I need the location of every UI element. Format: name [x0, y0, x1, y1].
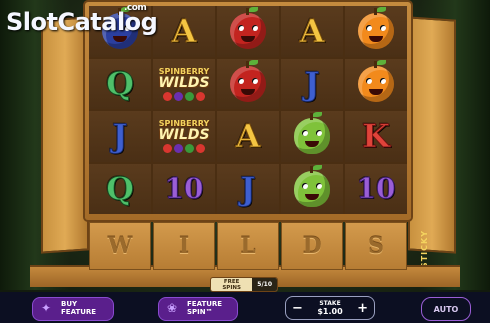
wilds-plank: D: [281, 222, 343, 270]
free-spins-count: 5/10: [252, 278, 277, 291]
card-symbol-A: A: [235, 117, 261, 156]
buy-feature-button[interactable]: ✦ BUY FEATURE: [32, 297, 114, 321]
card-symbol-Q: Q: [106, 169, 135, 208]
reel-cell: 10: [345, 163, 407, 214]
reel-cell: 10: [153, 163, 215, 214]
card-symbol-K: K: [362, 117, 391, 156]
berries-icon: [156, 144, 212, 154]
reel-cell: [345, 6, 407, 57]
wilds-plank: S: [345, 222, 407, 270]
reel-cell: [281, 111, 343, 162]
reel-cell: K: [345, 111, 407, 162]
wilds-plank: L: [217, 222, 279, 270]
wilds-plank: I: [153, 222, 215, 270]
reel-cell: A: [153, 6, 215, 57]
stake-control: − STAKE $1.00 +: [285, 296, 375, 320]
orange-symbol-icon: [358, 7, 394, 50]
buy-feature-label: BUY FEATURE: [61, 300, 97, 316]
free-spins-label: FREE SPINS: [222, 278, 241, 291]
card-symbol-Q: Q: [106, 64, 135, 103]
card-symbol-10: 10: [356, 171, 396, 205]
feature-spin-label: FEATURE SPIN™: [187, 300, 223, 316]
pear-symbol-icon: [294, 164, 330, 207]
card-symbol-A: A: [299, 12, 325, 51]
reel-cell: [217, 58, 279, 109]
buy-feature-icon: ✦: [40, 301, 52, 316]
stake-increase-button[interactable]: +: [357, 301, 368, 316]
card-symbol-10: 10: [164, 171, 204, 205]
reel-cell: Q: [89, 163, 151, 214]
reel-cell: [217, 6, 279, 57]
card-symbol-J: J: [304, 64, 320, 103]
reel-cell: A: [281, 6, 343, 57]
wild-line2: WILDS: [158, 74, 210, 91]
spinberry-wild-symbol: SPINBERRY WILDS: [156, 67, 212, 101]
reel-cell: A: [217, 111, 279, 162]
reel-grid: A A Q SPINBERRY WILDS J J SPINBERRY WILDS A K Q 10 J 1…: [89, 6, 407, 214]
card-symbol-J: J: [112, 117, 128, 156]
reel-cell: SPINBERRY WILDS: [153, 111, 215, 162]
logo-suffix: .com: [124, 3, 147, 13]
stake-decrease-button[interactable]: −: [292, 301, 303, 316]
reel-cell: J: [89, 111, 151, 162]
stake-label: STAKE: [319, 300, 341, 307]
reel-cell: Q: [89, 58, 151, 109]
left-wooden-post: [41, 16, 89, 254]
apple-symbol-icon: [230, 59, 266, 102]
berries-icon: [156, 91, 212, 101]
card-symbol-J: J: [240, 169, 256, 208]
wilds-plank-row: WILDS: [89, 222, 407, 270]
feature-spin-icon: ❀: [166, 301, 178, 316]
slotcatalog-watermark: SlotCatalog .com: [6, 3, 158, 36]
card-symbol-A: A: [171, 12, 197, 51]
right-wooden-post: [408, 16, 456, 254]
reel-cell: [345, 58, 407, 109]
spinberry-wild-symbol: SPINBERRY WILDS: [156, 119, 212, 154]
orange-symbol-icon: [358, 59, 394, 102]
stake-display: STAKE $1.00: [317, 300, 342, 316]
reel-cell: SPINBERRY WILDS: [153, 58, 215, 109]
feature-spin-button[interactable]: ❀ FEATURE SPIN™: [158, 297, 238, 321]
auto-play-button[interactable]: AUTO: [421, 297, 471, 321]
reel-cell: J: [217, 163, 279, 214]
sticky-side-label: STICKY: [420, 230, 429, 269]
pear-symbol-icon: [294, 112, 330, 155]
stake-value: $1.00: [317, 307, 343, 316]
wilds-plank: W: [89, 222, 151, 270]
reel-cell: [281, 163, 343, 214]
free-spins-counter: FREE SPINS 5/10: [210, 277, 278, 292]
apple-symbol-icon: [230, 7, 266, 50]
wild-line2: WILDS: [158, 127, 210, 144]
reel-cell: J: [281, 58, 343, 109]
